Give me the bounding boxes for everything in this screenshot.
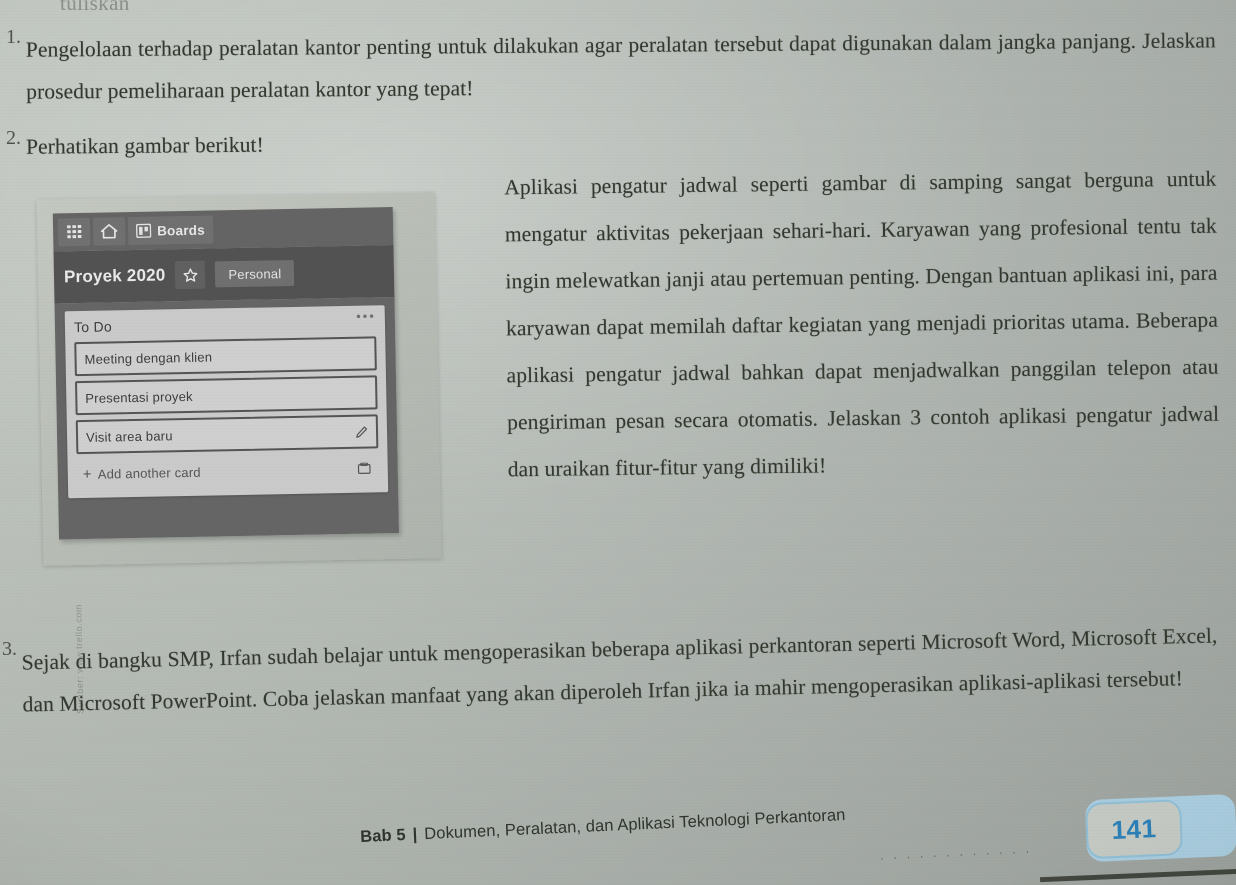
card-item[interactable]: Presentasi proyek — [75, 375, 378, 416]
cut-off-top-line: tuliskan — [60, 0, 130, 15]
team-label: Personal — [228, 265, 282, 282]
app-screenshot: Boards Proyek 2020 Personal To Do ••• Me… — [52, 207, 399, 540]
figure-container: Sumber: www.trello.com Boards Proyek 202… — [36, 192, 442, 714]
plus-icon: + — [82, 465, 92, 483]
card-title: Meeting dengan klien — [84, 349, 213, 367]
grid-icon[interactable] — [57, 217, 91, 247]
footer-separator: | — [412, 825, 418, 844]
footer-title: Dokumen, Peralatan, dan Aplikasi Teknolo… — [423, 805, 846, 844]
page-number-badge: 141 — [1084, 793, 1236, 863]
pencil-icon[interactable] — [355, 425, 368, 438]
ellipsis-icon[interactable]: ••• — [356, 308, 376, 323]
board-title: Proyek 2020 — [63, 265, 166, 287]
footer-dot-leader: . . . . . . . . . . . . — [879, 840, 1033, 863]
card-title: Presentasi proyek — [85, 388, 193, 406]
question-2-marker: 2. — [6, 127, 21, 149]
card-item[interactable]: Visit area baru — [75, 414, 379, 455]
question-3-marker: 3. — [2, 638, 17, 660]
card-template-icon[interactable] — [357, 462, 371, 475]
footer-rule — [1039, 868, 1236, 883]
list-title: To Do — [73, 318, 113, 336]
list-to-do: To Do ••• Meeting dengan klien Presentas… — [64, 305, 389, 499]
footer-chapter: Bab 5 — [359, 825, 407, 847]
list-header: To Do ••• — [73, 308, 376, 336]
app-top-nav: Boards — [52, 207, 394, 252]
boards-icon — [136, 223, 152, 238]
footer-caption: Bab 5 | Dokumen, Peralatan, dan Aplikasi T… — [360, 806, 846, 847]
add-card-label: Add another card — [97, 464, 201, 482]
card-item[interactable]: Meeting dengan klien — [74, 336, 377, 377]
page-badge-foreground: 141 — [1084, 799, 1184, 860]
add-another-card-button[interactable]: + Add another card — [77, 453, 380, 489]
board-header: Proyek 2020 Personal — [53, 245, 395, 304]
team-badge[interactable]: Personal — [215, 259, 295, 288]
figure-paragraph-text: Aplikasi pengatur jadwal seperti gambar … — [504, 166, 1220, 482]
star-icon[interactable] — [175, 260, 206, 290]
boards-label: Boards — [156, 222, 205, 239]
boards-button[interactable]: Boards — [127, 215, 214, 246]
page-number: 141 — [1110, 812, 1158, 845]
home-icon[interactable] — [92, 217, 126, 246]
card-title: Visit area baru — [85, 427, 173, 445]
page-footer: Bab 5 | Dokumen, Peralatan, dan Aplikasi T… — [0, 793, 1236, 885]
question-1-marker: 1. — [6, 26, 21, 48]
board-canvas: To Do ••• Meeting dengan klien Presentas… — [54, 297, 399, 540]
question-1-text: Pengelolaan terhadap peralatan kantor pe… — [25, 28, 1216, 104]
question-2-text: Perhatikan gambar berikut! — [25, 132, 264, 159]
